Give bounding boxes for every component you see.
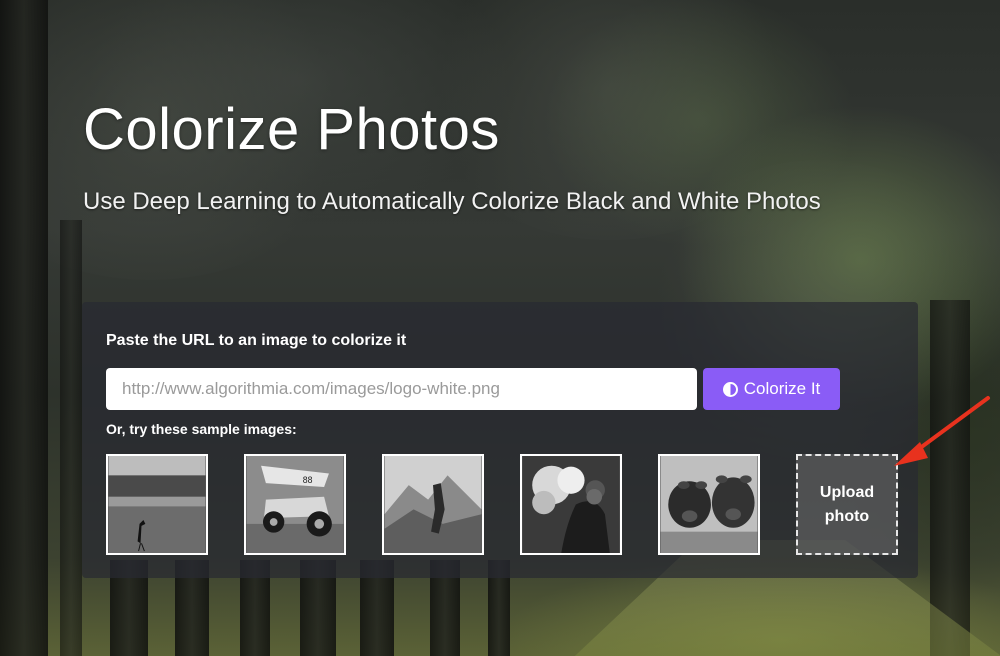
half-circle-icon bbox=[722, 381, 738, 397]
race-car-icon: 88 bbox=[246, 456, 344, 553]
sample-image-woman[interactable] bbox=[520, 454, 622, 555]
sample-image-race-car[interactable]: 88 bbox=[244, 454, 346, 555]
page-title: Colorize Photos bbox=[83, 97, 500, 162]
cows-icon bbox=[660, 456, 758, 553]
red-arrow-annotation bbox=[894, 396, 990, 466]
svg-text:88: 88 bbox=[303, 475, 313, 485]
sample-image-bird[interactable] bbox=[106, 454, 208, 555]
bird-wading-icon bbox=[108, 456, 206, 553]
sample-image-mountain[interactable] bbox=[382, 454, 484, 555]
woman-flowers-icon bbox=[522, 456, 620, 553]
sample-image-cows[interactable] bbox=[658, 454, 760, 555]
samples-label: Or, try these sample images: bbox=[106, 421, 297, 437]
colorize-button-label: Colorize It bbox=[743, 379, 821, 398]
upload-photo-label: Upload photo bbox=[819, 483, 875, 525]
page-subtitle: Use Deep Learning to Automatically Color… bbox=[83, 188, 821, 215]
upload-photo-button[interactable]: Upload photo bbox=[796, 454, 898, 555]
colorize-button[interactable]: Colorize It bbox=[703, 368, 840, 410]
image-url-input[interactable] bbox=[106, 368, 697, 410]
mountain-person-icon bbox=[384, 456, 482, 553]
colorize-panel: Paste the URL to an image to colorize it… bbox=[82, 302, 918, 578]
url-label: Paste the URL to an image to colorize it bbox=[106, 332, 407, 349]
